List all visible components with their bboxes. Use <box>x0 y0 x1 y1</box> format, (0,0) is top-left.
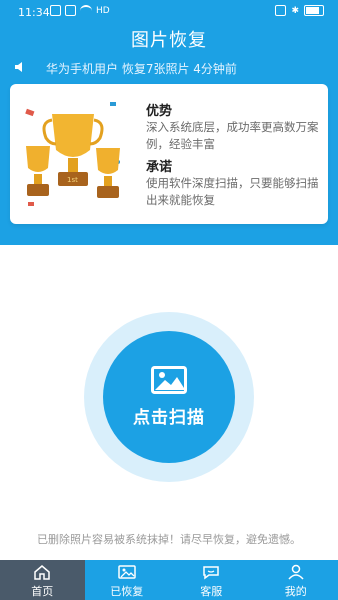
scan-ring: 点击扫描 <box>84 312 254 482</box>
speaker-icon <box>15 62 22 72</box>
battery-icon <box>304 5 324 16</box>
promise-desc: 使用软件深度扫描，只要能够扫描出来就能恢复 <box>146 176 319 207</box>
nfc-icon <box>275 5 287 16</box>
chat-icon <box>203 566 219 580</box>
feature-card: 1st 优势 深入系统底层，成功率更高数万案例，经验丰富 承诺 使用软件深度扫描… <box>10 84 328 224</box>
tab-label: 我的 <box>284 585 307 598</box>
tab-recovered[interactable]: 已恢复 <box>85 560 170 600</box>
promise-title: 承诺 <box>146 160 173 175</box>
scan-button[interactable]: 点击扫描 <box>103 331 235 463</box>
tab-customer-service[interactable]: 客服 <box>169 560 254 600</box>
trophy-icon: 1st <box>25 102 120 206</box>
scan-label: 点击扫描 <box>133 408 205 428</box>
warning-text: 已删除照片容易被系统抹掉！请尽早恢复，避免遗憾。 <box>37 533 301 546</box>
status-bar: 11:34 HD ✱ <box>0 0 338 24</box>
notification-icon <box>50 5 61 16</box>
tab-label: 已恢复 <box>110 585 144 598</box>
tab-profile[interactable]: 我的 <box>254 560 338 600</box>
wifi-icon <box>80 5 92 16</box>
recovery-notice: 华为手机用户 恢复7张照片 4分钟前 <box>14 60 334 76</box>
status-icons-right: ✱ <box>275 5 324 16</box>
svg-text:1st: 1st <box>67 176 78 184</box>
notice-text: 华为手机用户 恢复7张照片 4分钟前 <box>46 62 237 76</box>
network-label: HD <box>96 5 110 16</box>
status-icons-left: HD <box>50 5 110 16</box>
notification-icon <box>65 5 76 16</box>
status-time: 11:34 <box>18 6 50 19</box>
bluetooth-icon: ✱ <box>291 5 299 16</box>
image-icon <box>118 565 136 579</box>
picture-icon <box>151 366 187 394</box>
tab-label: 客服 <box>200 585 223 598</box>
tab-home[interactable]: 首页 <box>0 560 85 600</box>
advantage-desc: 深入系统底层，成功率更高数万案例，经验丰富 <box>146 120 319 151</box>
home-icon <box>34 565 50 580</box>
tab-label: 首页 <box>31 585 54 598</box>
page-title: 图片恢复 <box>131 30 207 51</box>
bottom-tab-bar: 首页 已恢复 客服 我的 <box>0 560 338 600</box>
advantage-title: 优势 <box>146 104 173 119</box>
user-icon <box>288 564 304 580</box>
